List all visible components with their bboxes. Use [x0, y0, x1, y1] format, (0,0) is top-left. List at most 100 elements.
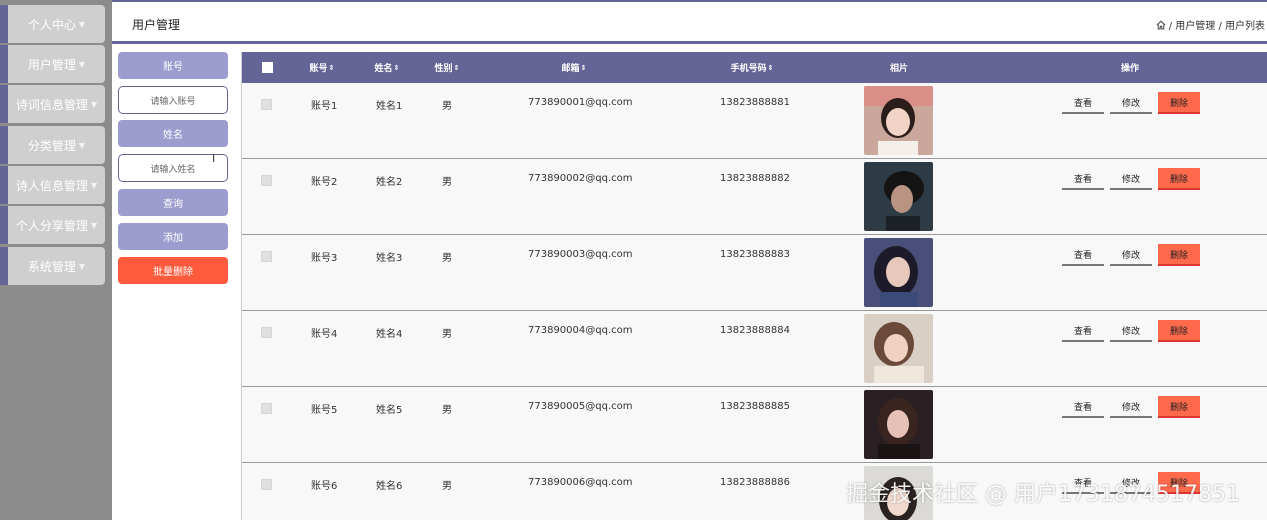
sidebar-item-label: 个人中心: [27, 17, 76, 32]
cell-account: 账号5: [311, 405, 338, 416]
table-header: 账号 ⇕ 姓名 ⇕ 性别 ⇕ 邮箱 ⇕ 手机号码 ⇕ 相片 操作: [242, 52, 1267, 83]
account-input[interactable]: 请输入账号: [118, 86, 228, 114]
row-checkbox[interactable]: [261, 99, 272, 110]
row-checkbox[interactable]: [261, 175, 272, 186]
sort-icon: ⇕: [453, 63, 460, 72]
edit-button[interactable]: 修改: [1110, 244, 1152, 266]
text-cursor-icon: I: [212, 152, 216, 165]
cell-account: 账号3: [311, 253, 338, 264]
user-photo[interactable]: [864, 162, 933, 231]
home-icon[interactable]: [1156, 20, 1166, 30]
sidebar-item-poetry-management[interactable]: 诗词信息管理 ▼: [0, 85, 105, 123]
column-header-gender[interactable]: 性别 ⇕: [427, 52, 467, 83]
sidebar-item-poet-management[interactable]: 诗人信息管理 ▼: [0, 166, 105, 204]
delete-button[interactable]: 删除: [1158, 320, 1200, 342]
account-label: 账号: [118, 52, 228, 79]
delete-button[interactable]: 删除: [1158, 396, 1200, 418]
sidebar-item-user-management[interactable]: 用户管理 ▼: [0, 45, 105, 83]
caret-down-icon: ▼: [78, 59, 86, 69]
edit-button[interactable]: 修改: [1110, 320, 1152, 342]
caret-down-icon: ▼: [78, 19, 86, 29]
cell-name: 姓名5: [376, 405, 403, 416]
cell-gender: 男: [442, 253, 452, 264]
watermark: 掘金技术社区 @ 用户1731874517851: [846, 482, 1240, 507]
add-button[interactable]: 添加: [118, 223, 228, 250]
table-row: 账号1 姓名1 男 773890001@qq.com 13823888881 查…: [242, 83, 1267, 159]
column-header-email[interactable]: 邮箱 ⇕: [542, 52, 606, 83]
breadcrumb-path[interactable]: / 用户管理 / 用户列表: [1169, 17, 1265, 32]
sidebar-item-label: 诗人信息管理: [15, 178, 88, 193]
delete-button[interactable]: 删除: [1158, 92, 1200, 114]
caret-down-icon: ▼: [90, 99, 98, 109]
row-checkbox[interactable]: [261, 251, 272, 262]
batch-delete-button[interactable]: 批量删除: [118, 257, 228, 284]
user-photo[interactable]: [864, 86, 933, 155]
user-photo[interactable]: [864, 314, 933, 383]
cell-email: 773890006@qq.com: [528, 477, 633, 488]
edit-button[interactable]: 修改: [1110, 168, 1152, 190]
cell-account: 账号1: [311, 101, 338, 112]
sidebar-item-label: 个人分享管理: [15, 218, 88, 233]
edit-button[interactable]: 修改: [1110, 396, 1152, 418]
cell-gender: 男: [442, 101, 452, 112]
view-button[interactable]: 查看: [1062, 396, 1104, 418]
column-header-photo: 相片: [889, 64, 908, 74]
sidebar-item-personal-center[interactable]: 个人中心 ▼: [0, 5, 105, 43]
table-row: 账号5 姓名5 男 773890005@qq.com 13823888885 查…: [242, 387, 1267, 463]
cell-name: 姓名2: [376, 177, 403, 188]
view-button[interactable]: 查看: [1062, 92, 1104, 114]
sidebar-item-share-management[interactable]: 个人分享管理 ▼: [0, 206, 105, 244]
column-header-name[interactable]: 姓名 ⇕: [367, 52, 407, 83]
cell-gender: 男: [442, 177, 452, 188]
cell-gender: 男: [442, 481, 452, 492]
sidebar-item-system-management[interactable]: 系统管理 ▼: [0, 247, 105, 285]
cell-email: 773890005@qq.com: [528, 401, 633, 412]
column-header-account[interactable]: 账号 ⇕: [302, 52, 342, 83]
caret-down-icon: ▼: [90, 180, 98, 190]
sort-icon: ⇕: [580, 63, 587, 72]
sidebar-item-label: 分类管理: [27, 138, 76, 153]
sort-icon: ⇕: [328, 63, 335, 72]
cell-email: 773890001@qq.com: [528, 97, 633, 108]
page-header: 用户管理 / 用户管理 / 用户列表: [112, 0, 1267, 44]
sidebar-item-label: 诗词信息管理: [15, 97, 88, 112]
cell-phone: 13823888885: [720, 401, 790, 412]
cell-phone: 13823888884: [720, 325, 790, 336]
query-button[interactable]: 查询: [118, 189, 228, 216]
name-label: 姓名: [118, 120, 228, 147]
breadcrumb: / 用户管理 / 用户列表: [1156, 17, 1265, 32]
cell-phone: 13823888883: [720, 249, 790, 260]
view-button[interactable]: 查看: [1062, 320, 1104, 342]
column-header-actions: 操作: [1120, 64, 1139, 74]
cell-account: 账号2: [311, 177, 338, 188]
row-checkbox[interactable]: [261, 327, 272, 338]
cell-account: 账号4: [311, 329, 338, 340]
view-button[interactable]: 查看: [1062, 168, 1104, 190]
cell-account: 账号6: [311, 481, 338, 492]
row-checkbox[interactable]: [261, 403, 272, 414]
view-button[interactable]: 查看: [1062, 244, 1104, 266]
sort-icon: ⇕: [767, 63, 774, 72]
cell-name: 姓名4: [376, 329, 403, 340]
delete-button[interactable]: 删除: [1158, 244, 1200, 266]
column-header-phone[interactable]: 手机号码 ⇕: [717, 52, 787, 83]
select-all-checkbox[interactable]: [260, 52, 274, 83]
row-checkbox[interactable]: [261, 479, 272, 490]
cell-email: 773890004@qq.com: [528, 325, 633, 336]
user-photo[interactable]: [864, 238, 933, 307]
user-photo[interactable]: [864, 390, 933, 459]
sidebar-item-category-management[interactable]: 分类管理 ▼: [0, 126, 105, 164]
caret-down-icon: ▼: [78, 261, 86, 271]
sidebar-item-label: 系统管理: [27, 259, 76, 274]
caret-down-icon: ▼: [90, 220, 98, 230]
cell-email: 773890002@qq.com: [528, 173, 633, 184]
table-row: 账号2 姓名2 男 773890002@qq.com 13823888882 查…: [242, 159, 1267, 235]
sidebar: 个人中心 ▼ 用户管理 ▼ 诗词信息管理 ▼ 分类管理 ▼ 诗人信息管理 ▼ 个人分享管理…: [0, 0, 112, 520]
cell-gender: 男: [442, 405, 452, 416]
cell-phone: 13823888881: [720, 97, 790, 108]
cell-name: 姓名3: [376, 253, 403, 264]
cell-name: 姓名1: [376, 101, 403, 112]
user-table: 账号 ⇕ 姓名 ⇕ 性别 ⇕ 邮箱 ⇕ 手机号码 ⇕ 相片 操作 账号1 姓名1 男 77…: [241, 52, 1267, 520]
delete-button[interactable]: 删除: [1158, 168, 1200, 190]
edit-button[interactable]: 修改: [1110, 92, 1152, 114]
